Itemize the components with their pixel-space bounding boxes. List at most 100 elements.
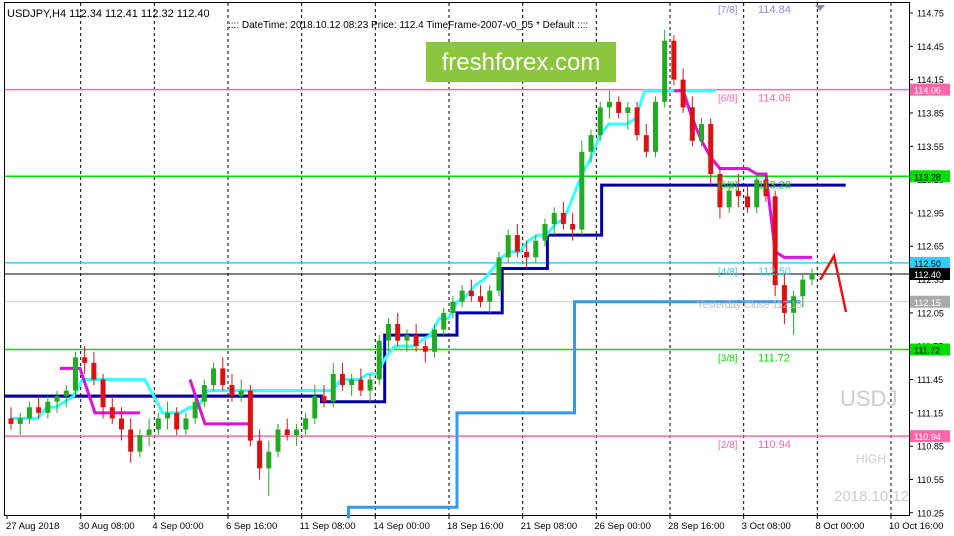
candle-body	[109, 407, 115, 419]
candle-body	[533, 240, 539, 258]
candle-body	[643, 135, 649, 152]
x-tick-label: 4 Sep 00:00	[152, 521, 203, 532]
candle-body	[201, 385, 207, 402]
candle-body	[708, 124, 714, 175]
candle-body	[247, 390, 253, 441]
murrey-level-value: 114.06	[758, 93, 791, 105]
candle-body	[800, 279, 806, 297]
candle-body	[275, 429, 281, 452]
candle-body	[321, 396, 327, 402]
candle-body	[560, 212, 566, 225]
price-tag-label: 114.06	[914, 86, 941, 96]
candle-body	[450, 301, 456, 313]
candle-body	[183, 418, 189, 430]
candle-body	[413, 335, 419, 347]
candle-body	[54, 396, 60, 402]
candle-body	[312, 396, 318, 419]
candle-body	[671, 40, 677, 80]
candle-body	[468, 290, 474, 297]
y-tick-label: 112.95	[917, 208, 944, 218]
x-tick-label: 28 Sep 16:00	[668, 521, 725, 532]
candle-body	[45, 401, 51, 413]
candle-body	[303, 418, 309, 430]
candle-body	[26, 407, 32, 419]
candle-body	[588, 135, 594, 152]
x-tick-label: 14 Sep 00:00	[373, 521, 430, 532]
candle-body	[128, 429, 134, 452]
y-tick-label: 114.45	[917, 42, 944, 52]
murrey-level-value: 113.28	[758, 179, 791, 191]
candle-body	[330, 373, 336, 402]
candle-body	[459, 290, 465, 302]
info-header: :::: DateTime: 2018.10.12 08:23 Price: 1…	[228, 20, 588, 31]
candle-body	[422, 346, 428, 352]
chart: [7/8] 114.84 [6/8] 114.06 [5/8] 113.28 [4/8] 11…	[4, 2, 950, 532]
overlay-high: HIGH	[856, 452, 886, 466]
candle-body	[652, 101, 658, 152]
candle-body	[118, 418, 124, 430]
y-tick-label: 112.65	[917, 242, 944, 252]
candle-body	[625, 107, 631, 113]
candle-body	[514, 235, 520, 252]
candle-body	[339, 373, 345, 386]
candle-body	[349, 379, 355, 386]
candle-body	[192, 401, 198, 419]
murrey-level-label: [5/8]	[718, 180, 738, 191]
overlay-date: 2018.10.12	[834, 488, 909, 505]
watermark: freshforex.com	[442, 49, 601, 76]
candle-body	[367, 379, 373, 391]
yesterday-close-label: Yesterday Close 112.15	[697, 300, 803, 311]
murrey-level-value: 112.50	[758, 266, 791, 278]
candle-body	[36, 407, 42, 413]
murrey-level-label: [2/8]	[718, 440, 738, 451]
candle-body	[220, 368, 226, 386]
candle-body	[82, 357, 88, 363]
candle-body	[735, 190, 741, 197]
candle-body	[616, 101, 622, 113]
candle-body	[257, 440, 263, 469]
y-tick-label: 113.55	[917, 142, 944, 152]
candle-body	[505, 235, 511, 258]
x-tick-label: 11 Sep 08:00	[300, 521, 356, 532]
price-tag-label: 112.15	[914, 298, 941, 308]
murrey-level-label: [3/8]	[718, 354, 738, 365]
candle-body	[551, 212, 557, 225]
y-tick-label: 110.55	[917, 475, 944, 485]
candle-body	[385, 323, 391, 341]
candle-body	[229, 385, 235, 397]
x-tick-label: 18 Sep 16:00	[447, 521, 504, 532]
symbol-header: USDJPY,H4 112.34 112.41 112.32 112.40	[7, 8, 210, 20]
candle-body	[174, 412, 180, 430]
candle-body	[100, 379, 106, 408]
y-tick-label: 112.05	[917, 308, 944, 318]
candle-body	[689, 107, 695, 141]
x-tick-label: 27 Aug 2018	[6, 521, 59, 532]
candle-body	[432, 329, 438, 352]
candle-body	[72, 357, 78, 391]
murrey-level-value: 111.72	[758, 353, 790, 365]
overlay-symbol: USDJ	[840, 386, 897, 411]
candle-body	[680, 79, 686, 108]
time-axis: 27 Aug 2018 30 Aug 08:00 4 Sep 00:00 6 Sep …	[6, 515, 943, 532]
x-tick-label: 3 Oct 08:00	[742, 521, 791, 532]
x-tick-label: 8 Oct 00:00	[815, 521, 864, 532]
candle-body	[63, 390, 69, 397]
y-tick-label: 110.25	[917, 508, 944, 518]
candle-body	[441, 312, 447, 330]
candle-body	[699, 124, 705, 141]
murrey-level-label: [6/8]	[718, 94, 738, 105]
y-tick-label: 113.85	[917, 108, 944, 118]
candle-body	[745, 196, 751, 208]
candle-body	[487, 290, 493, 302]
x-tick-label: 26 Sep 00:00	[594, 521, 651, 532]
candle-body	[478, 296, 484, 302]
candle-body	[165, 412, 171, 419]
candle-body	[284, 429, 290, 436]
candle-body	[8, 418, 14, 424]
candle-body	[726, 190, 732, 208]
candle-body	[634, 107, 640, 136]
candle-body	[496, 257, 502, 291]
candle-body	[662, 40, 668, 102]
candle-body	[137, 435, 143, 452]
price-tag-label: 112.50	[914, 259, 941, 269]
